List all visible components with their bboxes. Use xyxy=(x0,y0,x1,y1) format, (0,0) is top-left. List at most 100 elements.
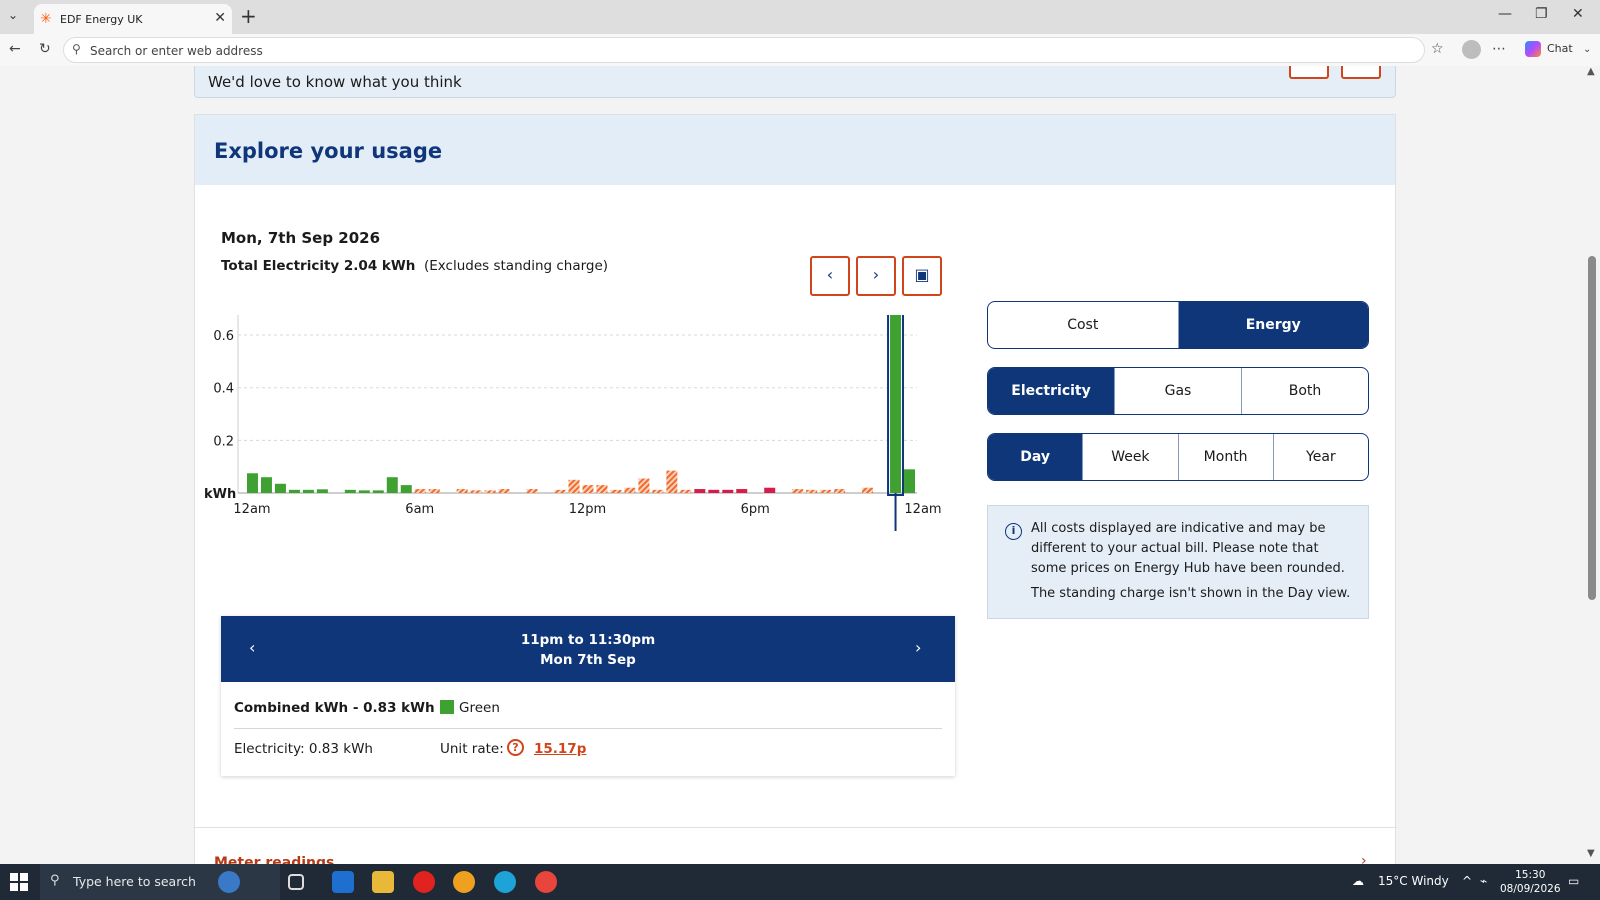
toggle-both[interactable]: Both xyxy=(1242,368,1368,414)
toggle-energy[interactable]: Energy xyxy=(1178,302,1368,348)
chrome-icon[interactable] xyxy=(535,871,557,893)
page-title: Explore your usage xyxy=(214,139,443,163)
x-tick-label: 6pm xyxy=(741,502,770,517)
taskbar-search[interactable]: ⚲ Type here to search xyxy=(40,864,280,900)
chart-bar xyxy=(414,489,426,493)
close-window-icon[interactable]: ✕ xyxy=(1572,6,1584,22)
file-explorer-icon[interactable] xyxy=(372,871,394,893)
calendar-button[interactable]: ▣ xyxy=(902,256,942,296)
browser-app-icon[interactable] xyxy=(453,871,475,893)
y-tick-label: 0.6 xyxy=(213,329,234,344)
feedback-button-2[interactable] xyxy=(1341,66,1381,79)
chart-bar xyxy=(610,489,622,493)
tab-title: EDF Energy UK xyxy=(60,13,143,26)
toggle-month[interactable]: Month xyxy=(1179,434,1274,480)
feedback-banner: We'd love to know what you think xyxy=(194,66,1396,98)
search-icon: ⚲ xyxy=(72,42,81,56)
info-text-standing-charge: The standing charge isn't shown in the D… xyxy=(1031,586,1351,601)
toggle-year[interactable]: Year xyxy=(1274,434,1368,480)
unit-rate-link[interactable]: 15.17p xyxy=(534,741,586,757)
chart-bar xyxy=(792,489,804,493)
search-icon: ⚲ xyxy=(50,873,60,888)
slot-day: Mon 7th Sep xyxy=(540,652,636,668)
x-tick-label: 12am xyxy=(904,502,941,517)
new-tab-icon[interactable]: + xyxy=(240,4,257,28)
chart-bar xyxy=(470,490,482,493)
system-clock[interactable]: 15:30 08/09/2026 xyxy=(1500,868,1561,896)
chart-bar xyxy=(904,469,915,493)
outlook-icon[interactable] xyxy=(332,871,354,893)
total-usage-note: (Excludes standing charge) xyxy=(424,258,609,274)
widgets-icon[interactable] xyxy=(218,871,240,893)
clock-time: 15:30 xyxy=(1515,869,1546,881)
chart-bar xyxy=(316,489,328,493)
toggle-cost[interactable]: Cost xyxy=(988,302,1179,348)
chart-bar xyxy=(288,489,300,493)
chat-button[interactable]: Chat xyxy=(1547,42,1573,55)
address-bar[interactable]: ⚲ Search or enter web address xyxy=(63,37,1425,63)
chart-bar xyxy=(890,315,902,493)
restore-icon[interactable]: ❐ xyxy=(1535,6,1548,22)
chart-bar xyxy=(386,477,398,493)
toggle-gas[interactable]: Gas xyxy=(1115,368,1242,414)
next-slot-button[interactable]: › xyxy=(915,638,921,657)
tray-chevron-icon[interactable]: ^ xyxy=(1462,874,1472,888)
meter-readings-link[interactable]: Meter readings xyxy=(214,855,334,864)
feedback-button-1[interactable] xyxy=(1289,66,1329,79)
back-icon[interactable]: ← xyxy=(9,41,21,57)
close-tab-icon[interactable]: ✕ xyxy=(214,10,226,26)
profile-avatar[interactable] xyxy=(1462,40,1481,59)
x-tick-label: 6am xyxy=(405,502,434,517)
weather-text[interactable]: 15°C Windy xyxy=(1378,874,1449,888)
network-icon[interactable]: ⌁ xyxy=(1480,874,1487,888)
chart-bar xyxy=(344,489,356,493)
chart-bar xyxy=(666,470,678,493)
slot-header: ‹ 11pm to 11:30pm Mon 7th Sep › xyxy=(221,616,955,682)
weather-icon[interactable]: ☁ xyxy=(1352,874,1364,888)
help-icon[interactable]: ? xyxy=(507,739,524,756)
chart-bar xyxy=(428,489,440,493)
info-text: All costs displayed are indicative and m… xyxy=(1031,521,1345,576)
browser-toolbar: ← ↻ ⚲ Search or enter web address ☆ ⋯ Ch… xyxy=(0,34,1600,66)
more-menu-icon[interactable]: ⋯ xyxy=(1492,41,1506,57)
chart-bar xyxy=(694,489,706,493)
chart-bar xyxy=(680,489,692,493)
chevron-down-icon[interactable]: ⌄ xyxy=(1583,44,1591,55)
total-usage-value: Total Electricity 2.04 kWh xyxy=(221,258,416,274)
x-tick-label: 12am xyxy=(233,502,270,517)
usage-chart: 0.20.40.60.8kWh12am6am12pm6pm12am xyxy=(204,315,942,531)
chart-bar xyxy=(400,485,412,493)
notifications-icon[interactable]: ▭ xyxy=(1568,874,1579,888)
opera-icon[interactable] xyxy=(413,871,435,893)
period-toggle: Day Week Month Year xyxy=(987,433,1369,481)
chart-bar xyxy=(820,489,832,493)
chart-bar xyxy=(484,490,496,493)
reload-icon[interactable]: ↻ xyxy=(39,41,51,57)
chart-bar xyxy=(526,489,538,493)
chart-bar xyxy=(596,485,608,493)
scroll-down-icon[interactable]: ▼ xyxy=(1587,848,1595,859)
task-view-icon[interactable] xyxy=(288,874,304,890)
chevron-right-icon[interactable]: › xyxy=(1361,853,1367,864)
info-icon: i xyxy=(1005,523,1022,540)
edge-icon[interactable] xyxy=(494,871,516,893)
toggle-day[interactable]: Day xyxy=(988,434,1084,480)
previous-day-button[interactable]: ‹ xyxy=(810,256,850,296)
toggle-electricity[interactable]: Electricity xyxy=(988,368,1115,414)
toggle-week[interactable]: Week xyxy=(1083,434,1179,480)
selected-date: Mon, 7th Sep 2026 xyxy=(221,229,381,247)
page-scrollbar[interactable]: ▲ ▼ xyxy=(1584,66,1600,864)
windows-taskbar: ⚲ Type here to search ☁ 15°C Windy ^ ⌁ 1… xyxy=(0,864,1600,900)
total-usage: Total Electricity 2.04 kWh (Excludes sta… xyxy=(221,258,608,274)
favorites-icon[interactable]: ☆ xyxy=(1431,41,1444,57)
tab-list-icon[interactable]: ⌄ xyxy=(8,8,18,22)
windows-start-icon[interactable] xyxy=(10,873,28,891)
browser-tab[interactable]: ✳ EDF Energy UK ✕ xyxy=(34,4,232,34)
next-day-button[interactable]: › xyxy=(856,256,896,296)
minimize-icon[interactable]: — xyxy=(1498,6,1512,22)
chart-bar xyxy=(554,489,566,493)
chart-bar xyxy=(764,487,776,493)
scroll-up-icon[interactable]: ▲ xyxy=(1587,66,1595,77)
scroll-thumb[interactable] xyxy=(1588,256,1596,600)
copilot-icon[interactable] xyxy=(1525,41,1541,57)
